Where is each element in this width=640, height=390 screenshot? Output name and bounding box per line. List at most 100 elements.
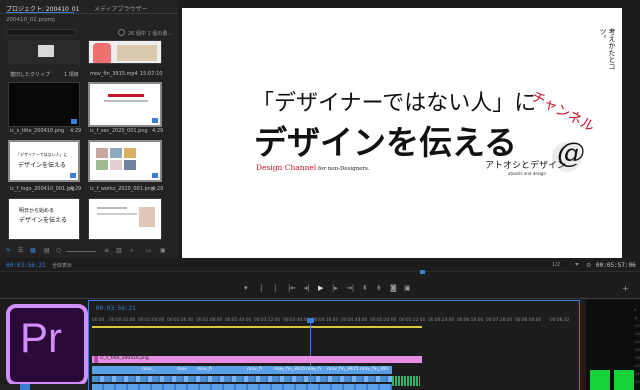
folder-icon — [38, 45, 54, 57]
clip-label: mov_fi — [306, 367, 321, 372]
resolution-select[interactable]: 1/2 — [552, 262, 560, 268]
new-bin-icon[interactable]: ▭ — [146, 247, 152, 254]
thumb-image — [139, 207, 155, 227]
works-thumbnail[interactable] — [88, 140, 162, 182]
scrub-bar[interactable] — [0, 271, 640, 272]
ruler-label: 00:02:08:00 — [196, 318, 223, 323]
mark-in-icon[interactable]: | — [260, 284, 262, 292]
ruler-label: 00:08:32 — [550, 318, 570, 323]
automate-icon[interactable]: ▥ — [116, 247, 122, 254]
item-meta: 4;29 — [70, 186, 82, 192]
fit-select[interactable]: 全体表示 — [52, 262, 72, 269]
item-name: mov_fin_3915.mp4 — [90, 71, 138, 77]
meter-tick: -36 — [634, 356, 640, 360]
title-thumbnail[interactable] — [8, 82, 80, 127]
zoom-out-icon[interactable]: ○ — [56, 247, 61, 254]
frame-logo-small: atooshi and design — [508, 171, 546, 176]
item-name: ic_s_title_200410.png — [10, 128, 65, 134]
timecode-right: 00:05:57:06 — [596, 262, 636, 269]
meter-level-right — [614, 370, 634, 390]
extract-icon[interactable]: ⇟ — [376, 284, 382, 292]
item-meta: 15:07:10 — [140, 71, 163, 77]
premiere-pro-logo-text: Pr — [20, 314, 62, 361]
freeform-view-icon[interactable]: ▤ — [44, 247, 50, 254]
ruler-label: 00:03:12:00 — [254, 318, 281, 323]
camera-icon[interactable]: ◙ — [390, 284, 397, 292]
ruler-label: 00:01:36:00 — [167, 318, 194, 323]
lift-icon[interactable]: ⇞ — [362, 284, 368, 292]
meter-tick: -42 — [634, 364, 640, 368]
go-to-out-icon[interactable]: ⇥| — [346, 284, 354, 292]
item-name: 復旧したクリップ — [10, 72, 51, 78]
mark-out-icon[interactable]: | — [274, 284, 276, 292]
zoom-slider[interactable] — [66, 251, 96, 252]
timeline-ruler[interactable]: 00:00 00:00:32:00 00:01:04:00 00:01:36:0… — [92, 316, 576, 326]
doc-thumbnail[interactable] — [88, 198, 162, 240]
new-item-icon[interactable]: ▣ — [160, 247, 166, 254]
doc-thumbnail[interactable]: 明日から始める デザインを伝える — [8, 198, 80, 240]
playhead-marker[interactable] — [420, 270, 425, 274]
meter-tick: -30 — [634, 348, 640, 352]
meter-tick: 0 — [634, 308, 637, 312]
selection-tool-icon[interactable] — [20, 384, 30, 390]
audio-track-clips[interactable] — [92, 384, 392, 390]
project-file-name: 200410_01.prproj — [6, 17, 55, 23]
ruler-label: 00:00 — [92, 318, 105, 323]
meter-tick: -48 — [634, 372, 640, 376]
tools-panel — [0, 384, 88, 390]
vr-icon[interactable]: ▣ — [404, 284, 411, 292]
settings-icon[interactable]: ⚙ — [586, 262, 591, 269]
meter-level-left — [590, 370, 610, 390]
ruler-label: 00:06:56:00 — [457, 318, 484, 323]
meter-tick: -24 — [634, 340, 640, 344]
clip-label: mov_fi — [247, 367, 262, 372]
works-image — [96, 148, 108, 158]
person-image — [93, 43, 111, 63]
ruler-label: 00:00:32:00 — [109, 318, 136, 323]
work-area-bar[interactable] — [92, 326, 422, 328]
logo-thumbnail[interactable]: 「デザイナーではない人」に デザインを伝える — [8, 140, 80, 182]
video-thumbnail[interactable] — [88, 40, 162, 64]
meter-tick: -12 — [634, 324, 640, 328]
list-view-icon[interactable]: ☰ — [18, 247, 23, 254]
ruler-label: 00:08:00:00 — [515, 318, 542, 323]
timeline-timecode[interactable]: 00:03:56:21 — [96, 305, 136, 312]
icon-view-icon[interactable]: ▦ — [30, 247, 36, 254]
search-bin-icon[interactable]: ⌕ — [130, 247, 133, 255]
search-input[interactable] — [6, 29, 76, 36]
scene-image — [117, 45, 157, 61]
tab-media-browser[interactable]: メディアブラウザー — [94, 4, 148, 13]
add-button-icon[interactable]: + — [622, 284, 629, 293]
video-track-clips[interactable]: mov_ mov mov_fi mov_fi mov_fin_3915 mov_… — [92, 366, 392, 374]
bin-thumbnail[interactable] — [8, 40, 80, 64]
marker-icon[interactable]: ▾ — [244, 284, 248, 292]
ruler-label: 00:03:44:00 — [283, 318, 310, 323]
frame-katakana: チャンネル — [528, 88, 598, 136]
search-icon[interactable] — [118, 29, 125, 36]
badge-icon — [71, 119, 77, 124]
timeline-focus-border — [579, 300, 580, 390]
badge-icon — [152, 173, 158, 178]
program-monitor-frame[interactable]: 「デザイナーではない人」に デザインを伝える Design Channel fo… — [182, 8, 622, 258]
thumb-subtitle: 「デザイナーではない人」に — [16, 152, 68, 157]
timecode-left[interactable]: 00:03:56:21 — [6, 262, 46, 269]
audio-track-clips-green[interactable] — [392, 376, 420, 386]
audio-track-clips[interactable] — [92, 376, 392, 382]
item-meta: 4;29 — [152, 128, 164, 134]
sec-thumbnail[interactable] — [88, 82, 162, 127]
title-clip[interactable]: ic_s_title_200410.png — [92, 356, 422, 363]
play-icon[interactable]: ▶ — [318, 284, 323, 292]
go-to-in-icon[interactable]: |⇤ — [288, 284, 296, 292]
step-back-icon[interactable]: ◂| — [304, 284, 310, 292]
playhead-handle[interactable] — [307, 318, 314, 323]
lock-icon[interactable]: ✎ — [6, 247, 11, 254]
frame-title-line2: デザインを伝える — [254, 123, 518, 162]
sort-icon[interactable]: ≡ — [104, 247, 109, 254]
meter-tick: -18 — [634, 332, 640, 336]
chevron-down-icon[interactable] — [575, 263, 579, 266]
item-count: 26 個中 1 個の選... — [128, 31, 173, 37]
step-forward-icon[interactable]: |▸ — [332, 284, 338, 292]
frame-subtitle-rest: for non-Designers. — [316, 166, 370, 172]
clip-label: mov — [177, 367, 187, 372]
works-image — [96, 160, 108, 170]
